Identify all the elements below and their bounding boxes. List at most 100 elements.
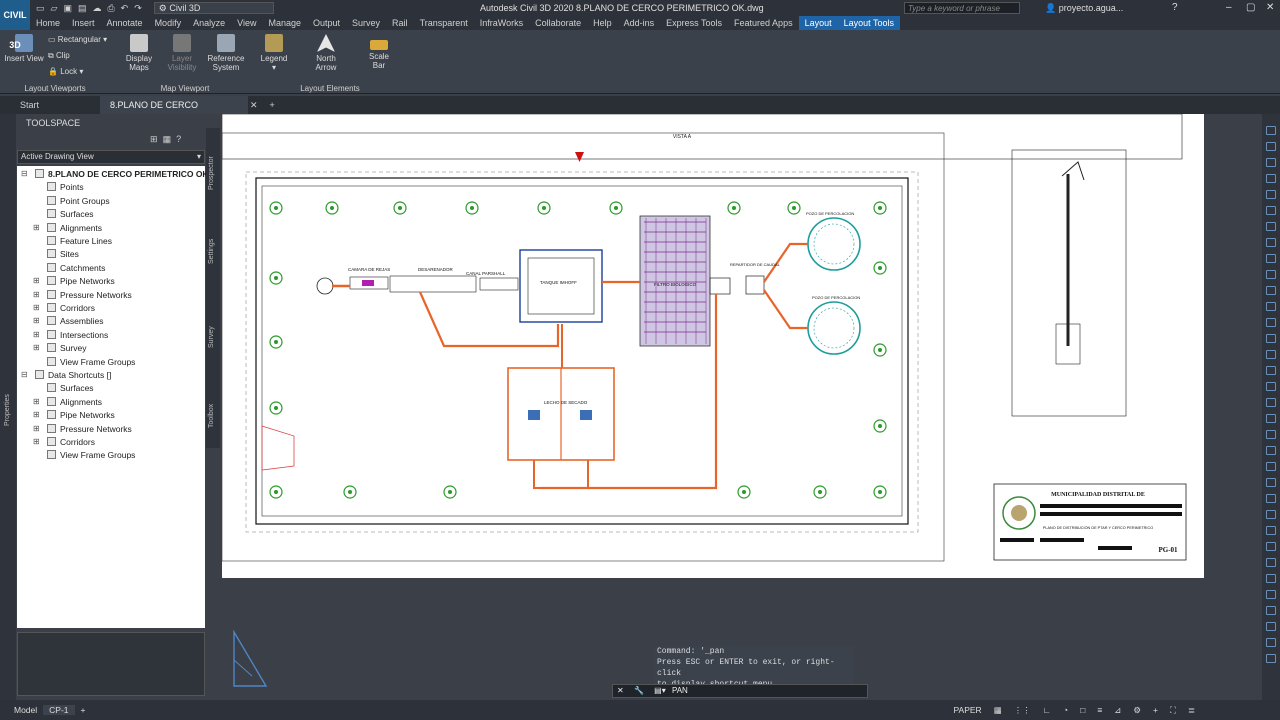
tree-node[interactable]: Corridors bbox=[47, 436, 95, 448]
tree-node[interactable]: Surfaces bbox=[47, 208, 94, 220]
layer-visibility-button[interactable]: Layer Visibility bbox=[164, 34, 200, 72]
redo-icon[interactable]: ↷ bbox=[134, 3, 142, 14]
side-tool-icon[interactable] bbox=[1266, 190, 1276, 199]
tree-expand-icon[interactable]: ⊞ bbox=[33, 410, 40, 419]
tree-node[interactable]: Corridors bbox=[47, 302, 95, 314]
side-tool-icon[interactable] bbox=[1266, 158, 1276, 167]
ribbon-tab-transparent[interactable]: Transparent bbox=[414, 16, 474, 30]
ribbon-tab-manage[interactable]: Manage bbox=[262, 16, 307, 30]
ribbon-tab-insert[interactable]: Insert bbox=[66, 16, 101, 30]
panel-layout-elements[interactable]: Layout Elements bbox=[290, 84, 370, 93]
add-layout-icon[interactable]: + bbox=[75, 705, 92, 715]
tree-node[interactable]: Surfaces bbox=[47, 382, 94, 394]
side-tool-icon[interactable] bbox=[1266, 606, 1276, 615]
layout-tab-cp1[interactable]: CP-1 bbox=[43, 705, 75, 715]
osnap-icon[interactable]: □ bbox=[1074, 705, 1091, 715]
tree-node[interactable]: Feature Lines bbox=[47, 235, 112, 247]
ribbon-tab-home[interactable]: Home bbox=[30, 16, 66, 30]
fullscreen-icon[interactable]: ⛶ bbox=[1164, 705, 1182, 716]
tree-icon[interactable]: ⊞ bbox=[150, 134, 158, 144]
drawing-plan[interactable]: VISTA A CAMARA DE REJAS DESARENADOR CANA… bbox=[222, 114, 1262, 700]
add-icon[interactable]: + bbox=[1147, 705, 1164, 715]
paper-space-toggle[interactable]: PAPER bbox=[948, 705, 988, 715]
side-tool-icon[interactable] bbox=[1266, 302, 1276, 311]
tree-expand-icon[interactable]: ⊞ bbox=[33, 316, 40, 325]
tree-expand-icon[interactable]: ⊞ bbox=[33, 343, 40, 352]
tree-node[interactable]: Data Shortcuts [] bbox=[35, 369, 111, 381]
side-tool-icon[interactable] bbox=[1266, 222, 1276, 231]
side-tool-icon[interactable] bbox=[1266, 126, 1276, 135]
file-tab-start[interactable]: Start bbox=[10, 96, 100, 114]
close-tab-icon[interactable]: ✕ bbox=[248, 96, 260, 114]
help-icon[interactable]: ? bbox=[1172, 2, 1178, 13]
side-tool-icon[interactable] bbox=[1266, 446, 1276, 455]
layout-tab-model[interactable]: Model bbox=[8, 705, 43, 715]
toolbox-tab[interactable]: Toolbox bbox=[208, 404, 215, 428]
tree-expand-icon[interactable]: ⊟ bbox=[21, 169, 28, 178]
tree-node[interactable]: View Frame Groups bbox=[47, 449, 135, 461]
polar-icon[interactable]: ◔ bbox=[1057, 705, 1074, 715]
tree-node[interactable]: Pipe Networks bbox=[47, 275, 115, 287]
clip-button[interactable]: ⧉ Clip bbox=[48, 51, 70, 60]
command-input[interactable]: PAN bbox=[672, 686, 688, 695]
side-tool-icon[interactable] bbox=[1266, 510, 1276, 519]
panel-map-viewport[interactable]: Map Viewport bbox=[150, 84, 220, 93]
open-icon[interactable]: ▱ bbox=[51, 3, 58, 14]
side-tool-icon[interactable] bbox=[1266, 142, 1276, 151]
tree-expand-icon[interactable]: ⊞ bbox=[33, 303, 40, 312]
side-tool-icon[interactable] bbox=[1266, 206, 1276, 215]
tree-node[interactable]: Alignments bbox=[47, 396, 102, 408]
ribbon-tab-express-tools[interactable]: Express Tools bbox=[660, 16, 728, 30]
search-input[interactable]: Type a keyword or phrase bbox=[904, 2, 1020, 14]
side-tool-icon[interactable] bbox=[1266, 622, 1276, 631]
snap-icon[interactable]: ⋮⋮ bbox=[1008, 705, 1037, 716]
ribbon-tab-layout-tools[interactable]: Layout Tools bbox=[837, 16, 900, 30]
ribbon-tab-add-ins[interactable]: Add-ins bbox=[618, 16, 661, 30]
tree-node[interactable]: Assemblies bbox=[47, 315, 103, 327]
ribbon-tab-collaborate[interactable]: Collaborate bbox=[529, 16, 587, 30]
side-tool-icon[interactable] bbox=[1266, 590, 1276, 599]
side-tool-icon[interactable] bbox=[1266, 270, 1276, 279]
tree-node[interactable]: Point Groups bbox=[47, 195, 110, 207]
ribbon-tab-help[interactable]: Help bbox=[587, 16, 618, 30]
tree-expand-icon[interactable]: ⊞ bbox=[33, 397, 40, 406]
side-tool-icon[interactable] bbox=[1266, 398, 1276, 407]
workspace-select[interactable]: ⚙ Civil 3D bbox=[153, 2, 274, 14]
properties-side-tab[interactable]: Properties bbox=[4, 394, 11, 426]
tree-node[interactable]: Intersections bbox=[47, 329, 108, 341]
lock-button[interactable]: 🔒 Lock ▾ bbox=[48, 67, 83, 76]
cloud-icon[interactable]: ☁ bbox=[92, 3, 101, 14]
side-tool-icon[interactable] bbox=[1266, 542, 1276, 551]
ortho-icon[interactable]: ∟ bbox=[1037, 705, 1057, 715]
save-icon[interactable]: ▣ bbox=[63, 3, 72, 14]
help-icon[interactable]: ? bbox=[176, 134, 181, 144]
prospector-tab[interactable]: Prospector bbox=[208, 156, 215, 190]
ribbon-tab-layout[interactable]: Layout bbox=[798, 16, 838, 30]
application-menu-button[interactable]: CIVIL 3D bbox=[0, 0, 30, 50]
tree-expand-icon[interactable]: ⊞ bbox=[33, 290, 40, 299]
minimize-icon[interactable]: – bbox=[1226, 2, 1232, 13]
side-tool-icon[interactable] bbox=[1266, 654, 1276, 663]
ribbon-tab-output[interactable]: Output bbox=[307, 16, 346, 30]
file-tab-drawing[interactable]: 8.PLANO DE CERCO PERIMETRICO OK* bbox=[100, 96, 248, 128]
side-tool-icon[interactable] bbox=[1266, 318, 1276, 327]
wrench-icon[interactable]: 🔧 bbox=[630, 686, 648, 695]
tree-node[interactable]: Points bbox=[47, 181, 84, 193]
side-tool-icon[interactable] bbox=[1266, 350, 1276, 359]
side-tool-icon[interactable] bbox=[1266, 494, 1276, 503]
side-tool-icon[interactable] bbox=[1266, 366, 1276, 375]
side-tool-icon[interactable] bbox=[1266, 382, 1276, 391]
survey-tab[interactable]: Survey bbox=[208, 326, 215, 348]
legend-button[interactable]: Legend ▾ bbox=[258, 34, 290, 72]
annotation-icon[interactable]: ⊿ bbox=[1108, 705, 1127, 716]
workspace-gear-icon[interactable]: ⚙ bbox=[1127, 705, 1147, 716]
north-arrow-button[interactable]: North Arrow bbox=[310, 34, 342, 72]
settings-tab[interactable]: Settings bbox=[208, 239, 215, 264]
tree-node[interactable]: Pressure Networks bbox=[47, 423, 132, 435]
list-icon[interactable]: ▦ bbox=[163, 134, 172, 144]
ribbon-tab-survey[interactable]: Survey bbox=[346, 16, 386, 30]
ribbon-tab-annotate[interactable]: Annotate bbox=[101, 16, 149, 30]
tree-expand-icon[interactable]: ⊞ bbox=[33, 437, 40, 446]
tree-node[interactable]: Pressure Networks bbox=[47, 289, 132, 301]
print-icon[interactable]: ⎙ bbox=[107, 3, 114, 14]
